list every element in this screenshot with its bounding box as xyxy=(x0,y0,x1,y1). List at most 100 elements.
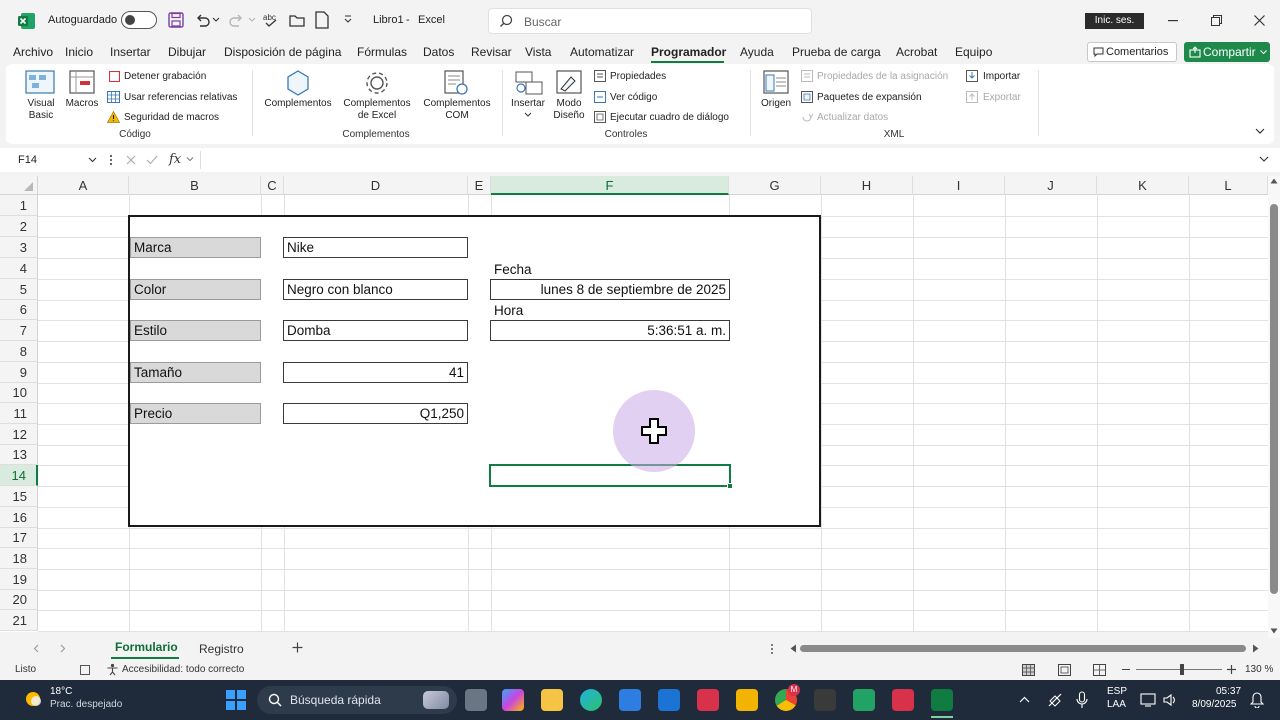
outlook-icon[interactable] xyxy=(658,689,680,711)
task-view-icon[interactable] xyxy=(465,689,487,711)
copilot-icon[interactable] xyxy=(502,689,524,711)
file-explorer-icon[interactable] xyxy=(541,689,563,711)
row-header[interactable]: 13 xyxy=(0,445,38,465)
row-header[interactable]: 19 xyxy=(0,569,38,590)
insert-controls-dropdown-icon[interactable] xyxy=(524,112,532,118)
capcut-icon[interactable] xyxy=(814,689,836,711)
scroll-right-icon[interactable] xyxy=(1252,644,1259,653)
collapse-ribbon-icon[interactable] xyxy=(1255,128,1265,135)
export-button[interactable]: Exportar xyxy=(983,92,1021,104)
field-value-marca[interactable]: Nike xyxy=(283,237,468,258)
tab-disposicion[interactable]: Disposición de página xyxy=(224,45,341,59)
cancel-entry-icon[interactable] xyxy=(126,155,136,165)
excel-addins-gear-icon[interactable] xyxy=(363,69,391,97)
tab-acrobat[interactable]: Acrobat xyxy=(896,45,937,59)
design-mode-icon[interactable] xyxy=(555,69,583,97)
name-box-dropdown-icon[interactable] xyxy=(88,157,97,163)
row-header[interactable]: 2 xyxy=(0,216,38,237)
zoom-out-icon[interactable] xyxy=(1122,669,1130,671)
minimize-icon[interactable] xyxy=(1168,20,1178,22)
save-icon[interactable] xyxy=(168,12,184,28)
addins-button[interactable]: Complementos xyxy=(260,98,336,110)
notifications-bell-icon[interactable] xyxy=(1250,692,1264,708)
weather-condition[interactable]: Prac. despejado xyxy=(50,699,122,710)
com-addins-button[interactable]: Complementos COM xyxy=(418,98,496,122)
map-properties-button[interactable]: Propiedades de la asignación xyxy=(817,71,948,83)
share-dropdown-icon[interactable] xyxy=(1260,50,1267,55)
more-options-icon[interactable] xyxy=(109,153,113,167)
design-mode-button[interactable]: Modo Diseño xyxy=(549,98,589,122)
accessibility-status[interactable]: Accesibilidad: todo correcto xyxy=(122,664,244,675)
relative-refs-button[interactable]: Usar referencias relativas xyxy=(124,92,237,104)
vertical-scrollbar[interactable] xyxy=(1268,176,1280,638)
keyboard-indicator[interactable]: LAA xyxy=(1107,699,1126,710)
hora-value[interactable]: 5:36:51 a. m. xyxy=(490,320,730,341)
xml-source-button[interactable]: Origen xyxy=(756,98,796,110)
visual-basic-icon[interactable] xyxy=(24,69,56,97)
tab-programador[interactable]: Programador xyxy=(651,45,726,59)
next-sheet-icon[interactable] xyxy=(60,644,66,653)
volume-icon[interactable] xyxy=(1162,692,1178,708)
stop-recording-button[interactable]: Detener grabación xyxy=(124,71,206,83)
addins-icon[interactable] xyxy=(284,69,312,97)
column-header[interactable]: L xyxy=(1189,176,1268,195)
row-header[interactable]: 7 xyxy=(0,320,38,341)
insert-controls-icon[interactable] xyxy=(514,70,544,96)
close-icon[interactable] xyxy=(1254,15,1265,26)
row-header[interactable]: 11 xyxy=(0,403,38,424)
tab-prueba-de-carga[interactable]: Prueba de carga xyxy=(792,45,881,59)
tab-revisar[interactable]: Revisar xyxy=(471,45,512,59)
sign-in-button[interactable]: Inic. ses. xyxy=(1085,13,1144,29)
active-cell-selection[interactable] xyxy=(489,464,731,487)
vertical-scroll-thumb[interactable] xyxy=(1270,204,1278,594)
row-header[interactable]: 16 xyxy=(0,507,38,528)
page-break-icon[interactable] xyxy=(1093,664,1106,676)
select-all-corner[interactable] xyxy=(0,176,38,195)
function-dropdown-icon[interactable] xyxy=(186,157,194,162)
scroll-down-icon[interactable] xyxy=(1270,628,1278,634)
field-value-estilo[interactable]: Domba xyxy=(283,320,468,341)
tab-equipo[interactable]: Equipo xyxy=(955,45,992,59)
column-header[interactable]: J xyxy=(1005,176,1097,195)
share-button[interactable]: Compartir xyxy=(1184,42,1270,62)
row-header[interactable]: 5 xyxy=(0,279,38,300)
tab-automatizar[interactable]: Automatizar xyxy=(570,45,634,59)
chrome-icon[interactable]: M xyxy=(775,684,800,711)
zoom-level[interactable]: 130 % xyxy=(1245,664,1273,675)
column-header[interactable]: B xyxy=(129,176,261,195)
excel-addins-button[interactable]: Complementos de Excel xyxy=(338,98,416,122)
start-windows-icon[interactable] xyxy=(225,689,247,711)
power-bi-icon[interactable] xyxy=(736,689,758,711)
column-header[interactable]: I xyxy=(913,176,1005,195)
row-header[interactable]: 3 xyxy=(0,237,38,258)
tab-insertar[interactable]: Insertar xyxy=(110,45,151,59)
scroll-left-icon[interactable] xyxy=(790,644,797,653)
row-header[interactable]: 20 xyxy=(0,590,38,610)
restore-icon[interactable] xyxy=(1211,15,1222,26)
tab-archivo[interactable]: Archivo xyxy=(13,45,53,59)
tab-dibujar[interactable]: Dibujar xyxy=(168,45,206,59)
field-value-color[interactable]: Negro con blanco xyxy=(283,279,468,300)
autosave-toggle[interactable] xyxy=(121,11,157,29)
com-addins-icon[interactable] xyxy=(442,69,470,97)
column-header[interactable]: G xyxy=(729,176,821,195)
column-header-selected[interactable]: F xyxy=(491,176,729,195)
column-header[interactable]: E xyxy=(468,176,491,195)
run-dialog-button[interactable]: Ejecutar cuadro de diálogo xyxy=(610,112,729,124)
expand-formula-bar-icon[interactable] xyxy=(1259,156,1269,163)
expansion-packs-button[interactable]: Paquetes de expansión xyxy=(817,92,922,104)
row-header[interactable]: 1 xyxy=(0,195,38,216)
tab-ayuda[interactable]: Ayuda xyxy=(740,45,774,59)
insert-function-icon[interactable]: fx xyxy=(169,152,181,167)
customize-toolbar-icon[interactable] xyxy=(343,14,353,24)
zoom-slider-thumb[interactable] xyxy=(1180,664,1184,675)
network-icon[interactable] xyxy=(1140,692,1156,708)
xml-source-icon[interactable] xyxy=(762,69,790,97)
tab-options-icon[interactable] xyxy=(770,643,774,655)
row-header[interactable]: 12 xyxy=(0,424,38,445)
redo-icon[interactable] xyxy=(229,12,245,28)
new-document-icon[interactable] xyxy=(315,11,329,29)
tab-vista[interactable]: Vista xyxy=(525,45,551,59)
edge-icon[interactable] xyxy=(580,689,602,711)
recorder-app-icon[interactable] xyxy=(892,689,914,711)
